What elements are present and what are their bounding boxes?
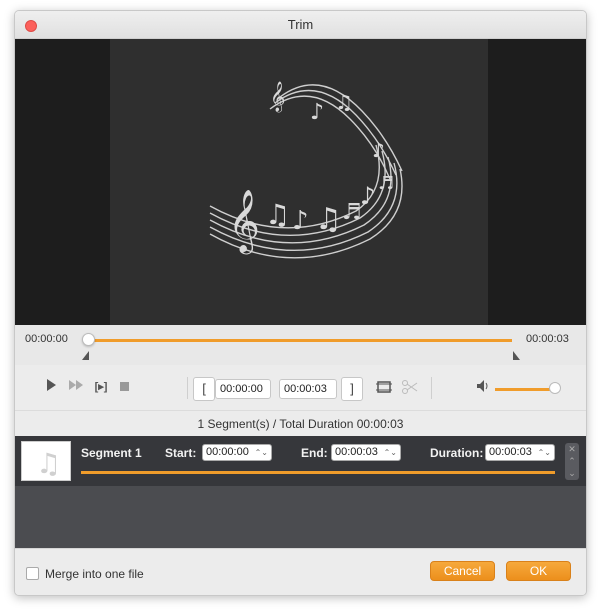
play-icon[interactable] — [44, 379, 58, 395]
svg-text:♪: ♪ — [292, 206, 309, 236]
dialog-footer: Merge into one file Cancel OK — [15, 548, 586, 595]
add-segment-icon[interactable] — [375, 379, 393, 399]
set-start-button[interactable]: [ — [193, 377, 215, 401]
segment-end-value: 00:00:03 — [335, 446, 378, 458]
divider — [187, 377, 188, 399]
cancel-button[interactable]: Cancel — [430, 561, 495, 581]
segment-name: Segment 1 — [81, 446, 142, 460]
window-title: Trim — [287, 17, 314, 32]
segment-start-stepper[interactable]: 00:00:00 ⌃⌄ — [202, 444, 272, 461]
segment-duration-value: 00:00:03 — [489, 446, 532, 458]
svg-text:♪: ♪ — [310, 100, 324, 125]
svg-text:♫: ♫ — [335, 90, 353, 114]
title-bar: Trim — [15, 11, 586, 39]
preview-segment-icon[interactable]: [▸] — [91, 379, 111, 395]
divider — [431, 377, 432, 399]
merge-label: Merge into one file — [45, 567, 144, 581]
segment-duration-stepper[interactable]: 00:00:03 ⌃⌄ — [485, 444, 555, 461]
trim-end-marker[interactable] — [513, 351, 520, 360]
timeline-track[interactable] — [87, 339, 512, 342]
trim-window: Trim 𝄞 𝄞 ♫ ♪ ♫ ♬ ♪ ♪ ♫ ♪ ♬ 00:00:00 00:0… — [14, 10, 587, 596]
segment-tools: ✕ ⌃ ⌄ — [565, 443, 579, 480]
stepper-arrows-icon[interactable]: ⌃⌄ — [538, 445, 551, 460]
video-preview: 𝄞 𝄞 ♫ ♪ ♫ ♬ ♪ ♪ ♫ ♪ ♬ — [15, 39, 586, 325]
timeline-start-time: 00:00:00 — [25, 333, 68, 345]
segment-row[interactable]: ♫ Segment 1 Start: 00:00:00 ⌃⌄ End: 00:00… — [15, 436, 586, 486]
segment-list: ♫ Segment 1 Start: 00:00:00 ⌃⌄ End: 00:00… — [15, 436, 586, 548]
end-time-field[interactable]: 00:00:03 — [279, 379, 337, 399]
svg-text:𝄞: 𝄞 — [270, 81, 285, 113]
start-time-field[interactable]: 00:00:00 — [215, 379, 271, 399]
remove-segment-icon[interactable]: ✕ — [565, 443, 579, 455]
segment-duration-label: Duration: — [430, 446, 484, 460]
playhead-handle[interactable] — [82, 333, 95, 346]
preview-frame: 𝄞 𝄞 ♫ ♪ ♫ ♬ ♪ ♪ ♫ ♪ ♬ — [110, 39, 488, 325]
close-window-button[interactable] — [25, 20, 37, 32]
playback-controls: [▸] [ 00:00:00 00:00:03 ] — [15, 365, 586, 410]
svg-text:♫: ♫ — [36, 447, 61, 480]
svg-text:♪: ♪ — [372, 138, 385, 162]
move-up-icon[interactable]: ⌃ — [565, 455, 579, 467]
svg-text:𝄞: 𝄞 — [228, 189, 260, 255]
svg-text:♬: ♬ — [378, 173, 394, 194]
stop-icon[interactable] — [119, 379, 131, 395]
split-scissors-icon[interactable] — [400, 379, 420, 399]
svg-text:♬: ♬ — [342, 200, 362, 225]
music-notes-artwork: 𝄞 𝄞 ♫ ♪ ♫ ♬ ♪ ♪ ♫ ♪ ♬ — [209, 81, 403, 259]
segment-progress-bar — [81, 471, 555, 474]
segment-end-stepper[interactable]: 00:00:03 ⌃⌄ — [331, 444, 401, 461]
trim-start-marker[interactable] — [82, 351, 89, 360]
set-end-button[interactable]: ] — [341, 377, 363, 401]
stepper-arrows-icon[interactable]: ⌃⌄ — [384, 445, 397, 460]
segments-summary: 1 Segment(s) / Total Duration 00:00:03 — [15, 410, 586, 436]
svg-text:♫: ♫ — [265, 198, 290, 231]
segment-thumbnail: ♫ — [21, 441, 71, 481]
stepper-arrows-icon[interactable]: ⌃⌄ — [255, 445, 268, 460]
segment-end-label: End: — [301, 446, 328, 460]
merge-checkbox[interactable] — [26, 567, 39, 580]
volume-slider-track[interactable] — [495, 388, 553, 391]
segment-start-label: Start: — [165, 446, 197, 460]
svg-text:♫: ♫ — [315, 202, 342, 237]
timeline-end-time: 00:00:03 — [526, 333, 569, 345]
fast-forward-icon[interactable] — [68, 379, 84, 395]
ok-button[interactable]: OK — [506, 561, 571, 581]
volume-slider-handle[interactable] — [549, 382, 561, 394]
move-down-icon[interactable]: ⌄ — [565, 467, 579, 479]
svg-text:♪: ♪ — [360, 182, 375, 210]
volume-icon[interactable] — [475, 379, 491, 397]
segment-start-value: 00:00:00 — [206, 446, 249, 458]
timeline-bar: 00:00:00 00:00:03 — [15, 325, 586, 365]
